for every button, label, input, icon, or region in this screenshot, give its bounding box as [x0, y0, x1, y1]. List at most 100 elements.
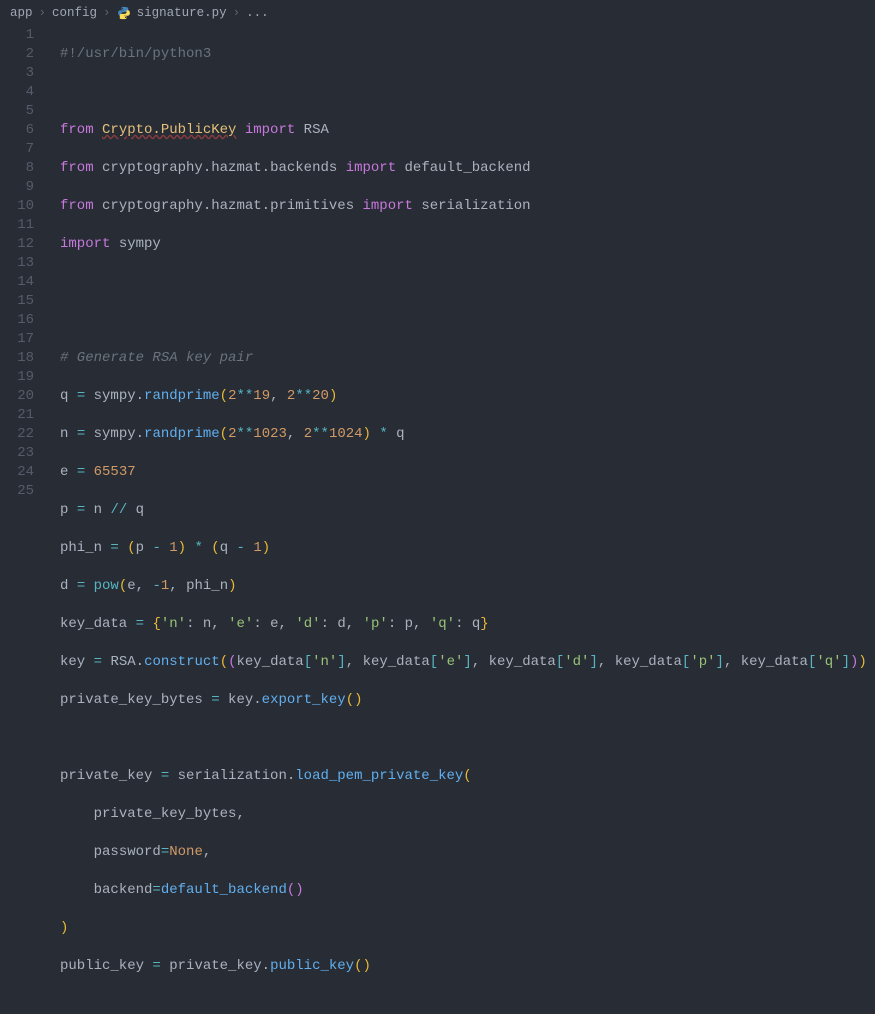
import-name: default_backend	[405, 160, 531, 176]
breadcrumb-seg-file[interactable]: signature.py	[137, 4, 227, 23]
var: q	[220, 540, 228, 556]
str: 'e'	[438, 654, 463, 670]
kw-import: import	[363, 198, 413, 214]
obj: serialization	[178, 768, 287, 784]
module-seg: hazmat	[211, 160, 261, 176]
var: key_data	[237, 654, 304, 670]
var: key_data	[60, 616, 127, 632]
num: 65537	[94, 464, 136, 480]
var: q	[396, 426, 404, 442]
shebang: #!/usr/bin/python3	[60, 46, 211, 62]
num: 1	[169, 540, 177, 556]
var: p	[405, 616, 413, 632]
var: e	[127, 578, 135, 594]
import-name: sympy	[119, 236, 161, 252]
num: 19	[253, 388, 270, 404]
str: 'd'	[295, 616, 320, 632]
module-seg: backends	[270, 160, 337, 176]
obj: sympy	[94, 388, 136, 404]
var: p	[136, 540, 144, 556]
fn: load_pem_private_key	[295, 768, 463, 784]
kw-import: import	[60, 236, 110, 252]
var: key_data	[615, 654, 682, 670]
breadcrumb-seg-app[interactable]: app	[10, 4, 33, 23]
builtin-pow: pow	[94, 578, 119, 594]
chevron-right-icon: ›	[39, 4, 47, 23]
str: 'n'	[312, 654, 337, 670]
var: key_data	[741, 654, 808, 670]
kw-import: import	[245, 122, 295, 138]
op: *	[379, 426, 387, 442]
python-file-icon	[117, 6, 131, 20]
var: private_key	[60, 768, 152, 784]
op: *	[194, 540, 202, 556]
var: q	[136, 502, 144, 518]
num: 1024	[329, 426, 363, 442]
module-seg: cryptography	[102, 198, 203, 214]
breadcrumb-seg-more[interactable]: ...	[246, 4, 269, 23]
module-seg: primitives	[270, 198, 354, 214]
code-area[interactable]: #!/usr/bin/python3 from Crypto.PublicKey…	[48, 26, 875, 507]
kw-from: from	[60, 122, 94, 138]
import-name: serialization	[421, 198, 530, 214]
kw-from: from	[60, 160, 94, 176]
str: 'n'	[161, 616, 186, 632]
num: 1023	[253, 426, 287, 442]
op: //	[110, 502, 127, 518]
var: p	[60, 502, 68, 518]
const-none: None	[169, 844, 203, 860]
var: n	[60, 426, 68, 442]
module-crypto: Crypto.PublicKey	[102, 122, 236, 138]
var: key_data	[363, 654, 430, 670]
kwarg: password	[94, 844, 161, 860]
fn: randprime	[144, 388, 220, 404]
var: n	[203, 616, 211, 632]
fn: construct	[144, 654, 220, 670]
op: -	[152, 578, 160, 594]
fn: public_key	[270, 958, 354, 974]
var: key	[60, 654, 85, 670]
str: 'e'	[228, 616, 253, 632]
var: q	[60, 388, 68, 404]
line-number-gutter: 1234567891011121314151617181920212223242…	[0, 26, 48, 507]
fn: export_key	[262, 692, 346, 708]
var: d	[337, 616, 345, 632]
code-editor[interactable]: 1234567891011121314151617181920212223242…	[0, 26, 875, 507]
op: **	[295, 388, 312, 404]
num: 1	[161, 578, 169, 594]
kwarg: backend	[94, 882, 153, 898]
num: 2	[304, 426, 312, 442]
var: private_key_bytes	[60, 692, 203, 708]
var: e	[270, 616, 278, 632]
obj: sympy	[94, 426, 136, 442]
fn: randprime	[144, 426, 220, 442]
str: 'p'	[363, 616, 388, 632]
comment: # Generate RSA key pair	[60, 350, 253, 366]
var: private_key_bytes	[94, 806, 237, 822]
chevron-right-icon: ›	[103, 4, 111, 23]
breadcrumb[interactable]: app › config › signature.py › ...	[0, 0, 875, 26]
str: 'q'	[430, 616, 455, 632]
kw-import: import	[346, 160, 396, 176]
var: d	[60, 578, 68, 594]
op: **	[236, 388, 253, 404]
module-seg: hazmat	[211, 198, 261, 214]
breadcrumb-seg-config[interactable]: config	[52, 4, 97, 23]
kw-from: from	[60, 198, 94, 214]
var: n	[94, 502, 102, 518]
var: e	[60, 464, 68, 480]
num: 1	[253, 540, 261, 556]
paren: )	[60, 920, 68, 936]
str: 'q'	[816, 654, 841, 670]
var: public_key	[60, 958, 144, 974]
var: phi_n	[60, 540, 102, 556]
num: 20	[312, 388, 329, 404]
var: q	[472, 616, 480, 632]
module-seg: cryptography	[102, 160, 203, 176]
var: key_data	[489, 654, 556, 670]
chevron-right-icon: ›	[233, 4, 241, 23]
fn: default_backend	[161, 882, 287, 898]
var: phi_n	[186, 578, 228, 594]
str: 'd'	[564, 654, 589, 670]
import-rsa: RSA	[304, 122, 329, 138]
